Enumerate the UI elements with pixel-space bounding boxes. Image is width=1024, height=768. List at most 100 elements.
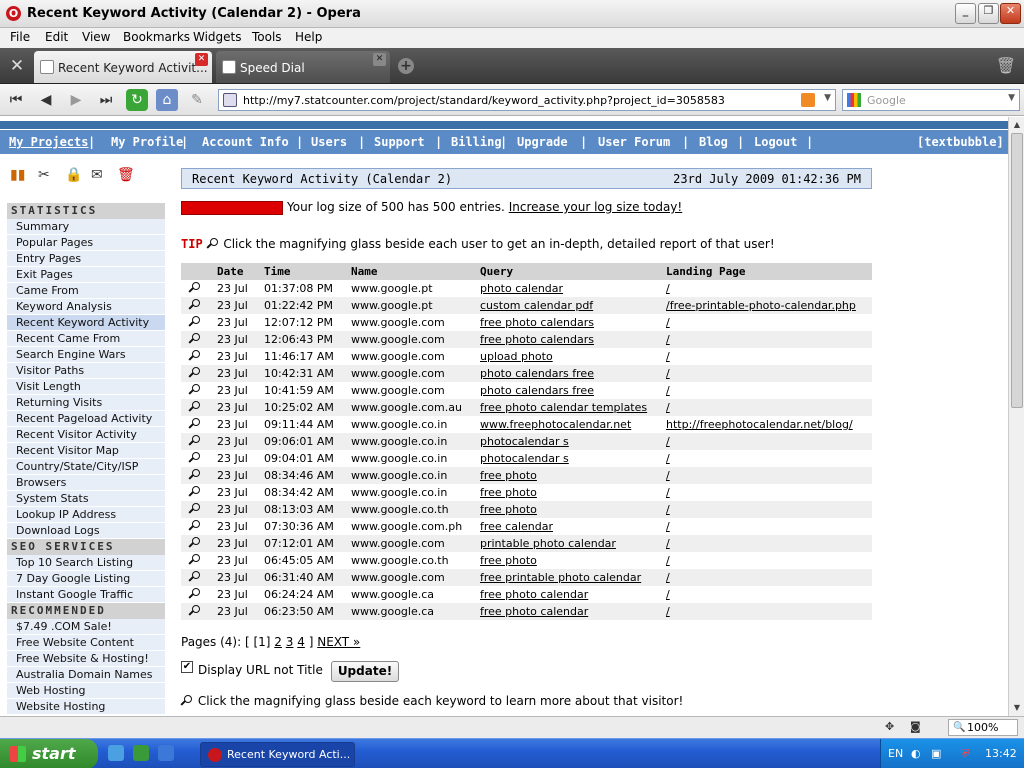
cell-landing[interactable]: / bbox=[666, 365, 872, 382]
sidebar-item-recent-keyword-activity[interactable]: Recent Keyword Activity bbox=[7, 315, 165, 331]
page-link[interactable]: 2 bbox=[274, 635, 282, 649]
sidebar-item-free-website-hosting[interactable]: Free Website & Hosting! bbox=[7, 651, 165, 667]
scroll-up-icon[interactable]: ▲ bbox=[1010, 118, 1024, 132]
magnifier-icon[interactable] bbox=[188, 537, 202, 550]
menu-file[interactable]: File bbox=[10, 30, 30, 44]
page-link[interactable]: 4 bbox=[297, 635, 305, 649]
mail-icon[interactable]: ✉ bbox=[91, 167, 103, 183]
ie-icon[interactable] bbox=[158, 745, 174, 761]
reload-icon[interactable]: ↻ bbox=[126, 89, 148, 111]
quicklaunch-icon[interactable] bbox=[133, 745, 149, 761]
nav-logout[interactable]: Logout bbox=[754, 135, 797, 149]
menu-widgets[interactable]: Widgets bbox=[193, 30, 242, 44]
start-button[interactable]: start bbox=[0, 739, 98, 768]
cell-landing[interactable]: / bbox=[666, 348, 872, 365]
magnifier-icon[interactable] bbox=[188, 520, 202, 533]
menu-bookmarks[interactable]: Bookmarks bbox=[123, 30, 190, 44]
sidebar-item-web-hosting[interactable]: Web Hosting bbox=[7, 683, 165, 699]
sidebar-item-australia-domain-names[interactable]: Australia Domain Names bbox=[7, 667, 165, 683]
sidebar-item-recent-visitor-map[interactable]: Recent Visitor Map bbox=[7, 443, 165, 459]
cell-landing[interactable]: / bbox=[666, 569, 872, 586]
sidebar-item-returning-visits[interactable]: Returning Visits bbox=[7, 395, 165, 411]
stats-chart-icon[interactable]: ▮▮ bbox=[10, 167, 25, 183]
menu-view[interactable]: View bbox=[82, 30, 110, 44]
row-magnifier-cell[interactable] bbox=[181, 484, 217, 501]
cell-landing[interactable]: / bbox=[666, 552, 872, 569]
nav-upgrade[interactable]: Upgrade bbox=[517, 135, 568, 149]
tab-recent-keyword[interactable]: Recent Keyword Activit... ✕ bbox=[34, 51, 212, 83]
new-tab-icon[interactable]: + bbox=[398, 58, 414, 74]
row-magnifier-cell[interactable] bbox=[181, 365, 217, 382]
row-magnifier-cell[interactable] bbox=[181, 569, 217, 586]
sidebar-item-visitor-paths[interactable]: Visitor Paths bbox=[7, 363, 165, 379]
cell-landing[interactable]: / bbox=[666, 280, 872, 297]
row-magnifier-cell[interactable] bbox=[181, 382, 217, 399]
scroll-thumb[interactable] bbox=[1011, 133, 1023, 408]
close-button[interactable]: ✕ bbox=[1000, 3, 1021, 24]
cell-landing[interactable]: / bbox=[666, 501, 872, 518]
home-icon[interactable]: ⌂ bbox=[156, 89, 178, 111]
nav-users[interactable]: Users bbox=[311, 135, 347, 149]
sidebar-item-7-49-com-sale[interactable]: $7.49 .COM Sale! bbox=[7, 619, 165, 635]
sidebar-item-browsers[interactable]: Browsers bbox=[7, 475, 165, 491]
sidebar-item-recent-pageload-activity[interactable]: Recent Pageload Activity bbox=[7, 411, 165, 427]
row-magnifier-cell[interactable] bbox=[181, 314, 217, 331]
magnifier-icon[interactable] bbox=[188, 503, 202, 516]
nav-support[interactable]: Support bbox=[374, 135, 425, 149]
row-magnifier-cell[interactable] bbox=[181, 331, 217, 348]
cell-query[interactable]: upload photo bbox=[480, 348, 666, 365]
magnifier-icon[interactable] bbox=[188, 316, 202, 329]
sidebar-item-top-10-search-listing[interactable]: Top 10 Search Listing bbox=[7, 555, 165, 571]
cell-query[interactable]: free photo calendars bbox=[480, 331, 666, 348]
magnifier-icon[interactable] bbox=[188, 486, 202, 499]
magnifier-icon[interactable] bbox=[188, 367, 202, 380]
pan-icon[interactable]: ✥ bbox=[885, 720, 894, 733]
tray-icon[interactable]: ◐ bbox=[911, 747, 921, 760]
maximize-button[interactable]: ❐ bbox=[978, 3, 999, 24]
cell-landing[interactable]: / bbox=[666, 314, 872, 331]
scroll-down-icon[interactable]: ▼ bbox=[1010, 701, 1024, 715]
cell-query[interactable]: free photo calendars bbox=[480, 314, 666, 331]
sidebar-item-lookup-ip-address[interactable]: Lookup IP Address bbox=[7, 507, 165, 523]
magnifier-icon[interactable] bbox=[188, 452, 202, 465]
sidebar-item-free-website-content[interactable]: Free Website Content bbox=[7, 635, 165, 651]
cell-landing[interactable]: / bbox=[666, 518, 872, 535]
sidebar-item-search-engine-wars[interactable]: Search Engine Wars bbox=[7, 347, 165, 363]
sidebar-item-system-stats[interactable]: System Stats bbox=[7, 491, 165, 507]
cell-landing[interactable]: / bbox=[666, 331, 872, 348]
forward-icon[interactable]: ▶ bbox=[65, 89, 87, 111]
sidebar-item-7-day-google-listing[interactable]: 7 Day Google Listing bbox=[7, 571, 165, 587]
cell-landing[interactable]: / bbox=[666, 586, 872, 603]
cell-query[interactable]: free photo calendar templates bbox=[480, 399, 666, 416]
tools-icon[interactable]: ✕ bbox=[6, 55, 28, 77]
row-magnifier-cell[interactable] bbox=[181, 416, 217, 433]
cell-landing[interactable]: / bbox=[666, 535, 872, 552]
sidebar-item-visit-length[interactable]: Visit Length bbox=[7, 379, 165, 395]
cell-landing[interactable]: / bbox=[666, 450, 872, 467]
row-magnifier-cell[interactable] bbox=[181, 603, 217, 620]
row-magnifier-cell[interactable] bbox=[181, 433, 217, 450]
increase-log-link[interactable]: Increase your log size today! bbox=[509, 200, 683, 214]
url-field[interactable]: http://my7.statcounter.com/project/stand… bbox=[218, 89, 836, 111]
magnifier-icon[interactable] bbox=[188, 605, 202, 618]
cell-landing[interactable]: /free-printable-photo-calendar.php bbox=[666, 297, 872, 314]
close-tab-icon[interactable]: ✕ bbox=[373, 53, 386, 66]
row-magnifier-cell[interactable] bbox=[181, 399, 217, 416]
dropdown-icon[interactable]: ▼ bbox=[1008, 93, 1015, 103]
google-icon[interactable] bbox=[847, 93, 861, 107]
trash-icon[interactable]: 🗑 bbox=[996, 56, 1016, 75]
magnifier-icon[interactable] bbox=[188, 571, 202, 584]
cell-landing[interactable]: http://freephotocalendar.net/blog/ bbox=[666, 416, 872, 433]
network-icon[interactable]: ▣ bbox=[931, 747, 941, 760]
nav-user-forum[interactable]: User Forum bbox=[598, 135, 670, 149]
cell-query[interactable]: free photo bbox=[480, 484, 666, 501]
cell-query[interactable]: free printable photo calendar bbox=[480, 569, 666, 586]
magnifier-icon[interactable] bbox=[188, 588, 202, 601]
cell-query[interactable]: free photo calendar bbox=[480, 586, 666, 603]
menu-tools[interactable]: Tools bbox=[252, 30, 282, 44]
cell-query[interactable]: photo calendar bbox=[480, 280, 666, 297]
row-magnifier-cell[interactable] bbox=[181, 467, 217, 484]
cell-landing[interactable]: / bbox=[666, 433, 872, 450]
row-magnifier-cell[interactable] bbox=[181, 501, 217, 518]
cell-query[interactable]: free photo bbox=[480, 501, 666, 518]
